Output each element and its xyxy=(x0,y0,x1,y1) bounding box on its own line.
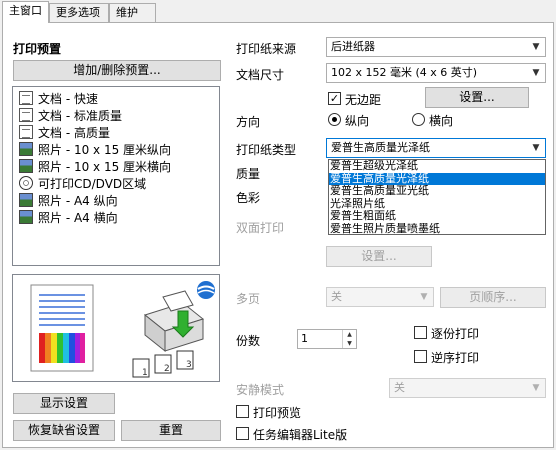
stepper-arrows-icon[interactable]: ▲ ▼ xyxy=(342,330,356,348)
list-item[interactable]: 照片 - 10 x 15 厘米纵向 xyxy=(19,142,171,158)
chevron-down-icon: ▼ xyxy=(532,68,540,78)
copies-stepper[interactable]: 1 ▲ ▼ xyxy=(297,329,357,349)
tab-maintenance[interactable]: 维护 xyxy=(109,3,156,22)
paper-type-option[interactable]: 爱普生高质量光泽纸 xyxy=(329,172,545,186)
paper-type-option[interactable]: 爱普生高质量亚光纸 xyxy=(329,185,545,198)
list-item[interactable]: 文档 - 快速 xyxy=(19,91,98,107)
job-arranger-checkbox[interactable] xyxy=(236,427,249,440)
tab-more-options[interactable]: 更多选项 xyxy=(49,3,109,22)
printer-icon xyxy=(143,290,205,353)
job-arranger-label: 任务编辑器Lite版 xyxy=(253,428,348,442)
portrait-label: 纵向 xyxy=(345,114,370,128)
photo-icon xyxy=(19,142,33,156)
chevron-down-icon: ▼ xyxy=(532,383,540,393)
paper-type-option[interactable]: 爱普生照片质量喷墨纸 xyxy=(329,223,545,236)
quality-label: 质量 xyxy=(236,167,261,181)
chevron-down-icon: ▼ xyxy=(532,143,540,153)
tab-bar: 主窗口 更多选项 维护 xyxy=(0,0,556,23)
list-item[interactable]: 文档 - 高质量 xyxy=(19,125,110,141)
list-item[interactable]: 照片 - A4 横向 xyxy=(19,210,118,226)
restore-defaults-button[interactable]: 恢复缺省设置 xyxy=(13,420,115,441)
landscape-radio[interactable] xyxy=(412,113,425,126)
page-order-button[interactable]: 页顺序... xyxy=(440,287,546,308)
list-item[interactable]: 可打印CD/DVD区域 xyxy=(19,176,146,192)
print-preview-label: 打印预览 xyxy=(253,406,302,420)
collate-label: 逐份打印 xyxy=(431,327,480,341)
photo-icon xyxy=(19,193,33,207)
preset-title: 打印预置 xyxy=(13,42,62,56)
borderless-label: 无边距 xyxy=(345,93,382,107)
print-preview-checkbox[interactable] xyxy=(236,405,249,418)
quiet-mode-label: 安静模式 xyxy=(236,383,285,397)
portrait-radio[interactable] xyxy=(328,113,341,126)
reset-button[interactable]: 重置 xyxy=(121,420,221,441)
svg-text:3: 3 xyxy=(186,360,192,370)
photo-icon xyxy=(19,159,33,173)
page-order-icon: 1 2 3 xyxy=(132,350,194,378)
svg-text:1: 1 xyxy=(142,368,148,378)
list-item[interactable]: 照片 - 10 x 15 厘米横向 xyxy=(19,159,171,175)
paper-type-dropdown-list[interactable]: 爱普生超级光泽纸 爱普生高质量光泽纸 爱普生高质量亚光纸 光泽照片纸 爱普生粗面… xyxy=(328,159,546,235)
document-size-select[interactable]: 102 x 152 毫米 (4 x 6 英寸) ▼ xyxy=(326,63,546,83)
document-icon xyxy=(19,125,33,139)
multipage-select[interactable]: 关 ▼ xyxy=(326,287,434,307)
tab-main[interactable]: 主窗口 xyxy=(2,1,49,23)
paper-preview-icon xyxy=(30,284,94,372)
document-icon xyxy=(19,108,33,122)
add-remove-preset-button[interactable]: 增加/删除预置... xyxy=(13,60,221,81)
epson-logo-icon xyxy=(197,281,215,299)
duplex-label: 双面打印 xyxy=(236,221,285,235)
paper-type-option[interactable]: 爱普生超级光泽纸 xyxy=(329,160,545,173)
color-label: 色彩 xyxy=(236,191,261,205)
collate-checkbox[interactable] xyxy=(414,326,427,339)
print-preview-panel: 1 2 3 xyxy=(12,274,220,382)
reverse-order-label: 逆序打印 xyxy=(431,351,480,365)
cd-icon xyxy=(19,176,33,190)
duplex-settings-button[interactable]: 设置... xyxy=(326,246,432,267)
borderless-settings-button[interactable]: 设置... xyxy=(425,87,529,108)
paper-type-label: 打印纸类型 xyxy=(236,143,297,157)
photo-icon xyxy=(19,210,33,224)
orientation-label: 方向 xyxy=(236,115,261,129)
preset-list[interactable]: 文档 - 快速 文档 - 标准质量 文档 - 高质量 照片 - 10 x 15 … xyxy=(12,86,220,266)
reverse-order-checkbox[interactable] xyxy=(414,350,427,363)
paper-source-label: 打印纸来源 xyxy=(236,42,297,56)
paper-source-select[interactable]: 后进纸器 ▼ xyxy=(326,37,546,57)
svg-text:2: 2 xyxy=(164,364,170,374)
chevron-down-icon: ▼ xyxy=(420,292,428,302)
document-icon xyxy=(19,91,33,105)
chevron-down-icon: ▼ xyxy=(532,42,540,52)
paper-type-option[interactable]: 爱普生粗面纸 xyxy=(329,210,545,223)
paper-type-select[interactable]: 爱普生高质量光泽纸 ▼ xyxy=(326,138,546,158)
quiet-mode-select[interactable]: 关 ▼ xyxy=(389,378,546,398)
multipage-label: 多页 xyxy=(236,292,261,306)
list-item[interactable]: 照片 - A4 纵向 xyxy=(19,193,118,209)
copies-label: 份数 xyxy=(236,334,261,348)
show-settings-button[interactable]: 显示设置 xyxy=(13,393,115,414)
list-item[interactable]: 文档 - 标准质量 xyxy=(19,108,122,124)
borderless-checkbox[interactable]: ✓ xyxy=(328,92,341,105)
landscape-label: 横向 xyxy=(429,114,454,128)
preview-illustration: 1 2 3 xyxy=(30,281,215,378)
paper-type-option[interactable]: 光泽照片纸 xyxy=(329,198,545,211)
document-size-label: 文档尺寸 xyxy=(236,68,285,82)
